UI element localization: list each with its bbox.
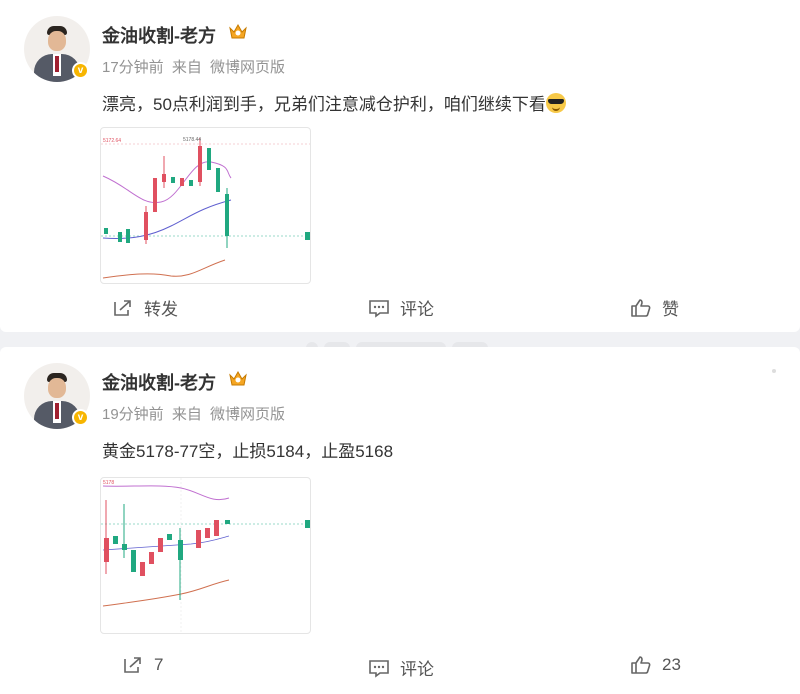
comment-button[interactable]: 评论 (368, 655, 434, 680)
repost-label: 转发 (144, 300, 178, 319)
share-icon (114, 299, 131, 316)
like-button[interactable]: 赞 (630, 295, 679, 320)
post-source: 微博网页版 (210, 59, 286, 76)
post-image-chart[interactable]: 5178 (100, 477, 311, 634)
chart-price-label: 5178 (103, 480, 114, 486)
post-action-bar: 转发 评论 赞 (0, 295, 800, 325)
repost-button[interactable]: 7 (122, 655, 163, 675)
thumbs-up-icon (631, 298, 651, 317)
post-meta: 19分钟前 来自 微博网页版 (102, 403, 289, 424)
comment-icon (369, 659, 389, 678)
crown-badge-icon (229, 23, 247, 39)
post-time[interactable]: 19分钟前 (102, 406, 164, 423)
crown-badge-icon (229, 370, 247, 386)
post-text: 黄金5178-77空，止损5184，止盈5168 (102, 437, 393, 462)
cool-sunglasses-emoji (545, 93, 566, 113)
comment-label: 评论 (400, 300, 434, 319)
post-action-bar: 7 评论 23 (0, 655, 800, 685)
chart-price-label: 5172.64 (103, 138, 121, 144)
candlestick-group (104, 138, 229, 248)
like-label: 赞 (662, 300, 679, 319)
thumbs-up-icon (631, 656, 651, 674)
author-name[interactable]: 金油收割-老方 (102, 22, 216, 48)
comment-icon (369, 299, 389, 318)
verified-badge-icon: v (72, 409, 89, 426)
post-time[interactable]: 17分钟前 (102, 59, 164, 76)
like-button[interactable]: 23 (630, 655, 681, 675)
chart-top-label: 5178.44 (183, 137, 201, 143)
source-prefix: 来自 (171, 59, 202, 76)
repost-button[interactable]: 转发 (112, 295, 178, 320)
comment-button[interactable]: 评论 (368, 295, 434, 320)
weibo-post: v 金油收割-老方 19分钟前 来自 微博网页版 黄金5178-77空，止损51… (0, 347, 800, 694)
post-text: 漂亮，50点利润到手，兄弟们注意减仓护利，咱们继续下看 (102, 90, 566, 115)
post-source: 微博网页版 (210, 406, 286, 423)
source-prefix: 来自 (171, 406, 202, 423)
more-options-icon[interactable] (772, 369, 776, 373)
like-count: 23 (662, 655, 681, 674)
post-image-chart[interactable]: 5172.64 5178.44 (100, 127, 311, 284)
author-name[interactable]: 金油收割-老方 (102, 369, 216, 395)
comment-label: 评论 (400, 660, 434, 679)
verified-badge-icon: v (72, 62, 89, 79)
repost-count: 7 (154, 655, 164, 674)
weibo-post: v 金油收割-老方 17分钟前 来自 微博网页版 漂亮，50点利润到手，兄弟们注… (0, 0, 800, 332)
share-icon (124, 657, 141, 673)
post-text-body: 漂亮，50点利润到手，兄弟们注意减仓护利，咱们继续下看 (102, 95, 546, 114)
post-meta: 17分钟前 来自 微博网页版 (102, 56, 289, 77)
post-text-body: 黄金5178-77空，止损5184，止盈5168 (102, 442, 394, 461)
